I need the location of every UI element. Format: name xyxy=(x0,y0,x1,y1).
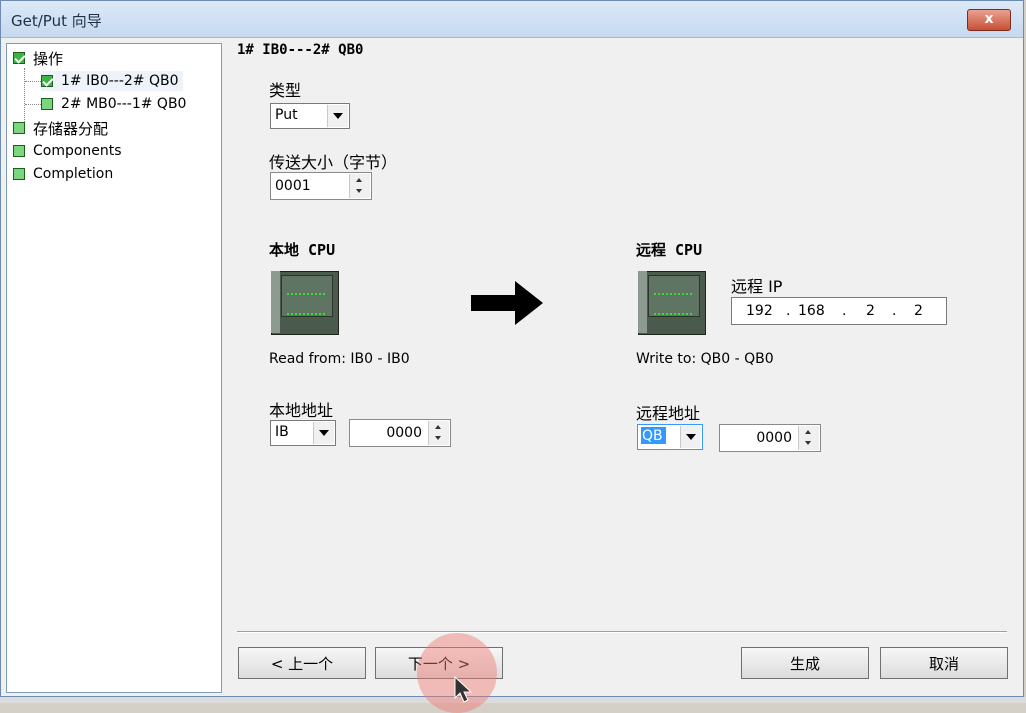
main-panel: 1# IB0---2# QB0 类型 Put 传送大小（字节） 0001 本地 … xyxy=(223,37,1023,697)
cancel-button[interactable]: 取消 xyxy=(880,647,1008,679)
ip-octet: 168 xyxy=(798,303,825,319)
type-select[interactable]: Put xyxy=(270,103,350,129)
remote-ip-label: 远程 IP xyxy=(731,277,783,296)
checkbox-icon xyxy=(13,145,25,157)
ip-octet: 2 xyxy=(866,303,875,319)
wizard-window: Get/Put 向导 x 操作 1# IB0---2# QB0 2# MB0--… xyxy=(0,0,1024,697)
plc-cpu-icon xyxy=(638,269,706,335)
tree-item-ib0-qb0[interactable]: 1# IB0---2# QB0 xyxy=(41,71,183,91)
page-title: 1# IB0---2# QB0 xyxy=(237,42,364,58)
remote-offset-stepper[interactable]: 0000 xyxy=(719,424,821,452)
close-button[interactable]: x xyxy=(967,9,1011,31)
type-select-value: Put xyxy=(275,107,298,123)
background-app-strip xyxy=(0,697,1026,703)
type-label: 类型 xyxy=(269,81,302,100)
tree-item-mb0-qb0[interactable]: 2# MB0---1# QB0 xyxy=(41,94,186,114)
ip-dot: . xyxy=(786,303,791,319)
mouse-pointer-icon xyxy=(454,676,473,703)
arrow-right-icon xyxy=(471,281,543,325)
local-area-select[interactable]: IB xyxy=(270,420,336,446)
checkbox-icon xyxy=(13,168,25,180)
size-value: 0001 xyxy=(275,178,311,194)
spin-arrows-icon[interactable] xyxy=(428,421,449,445)
chevron-down-icon[interactable] xyxy=(680,426,701,448)
tree-item-label: 2# MB0---1# QB0 xyxy=(61,96,187,112)
tree-item-label: 1# IB0---2# QB0 xyxy=(61,73,179,89)
chevron-down-icon[interactable] xyxy=(313,422,334,444)
checkbox-checked-icon xyxy=(41,75,53,87)
tree-connector xyxy=(25,81,41,82)
tree-connector xyxy=(25,104,41,105)
checkbox-checked-icon xyxy=(13,52,25,64)
local-address-label: 本地地址 xyxy=(269,401,334,420)
checkbox-icon xyxy=(13,122,25,134)
tree-item-label: 操作 xyxy=(33,49,64,68)
size-label: 传送大小（字节） xyxy=(269,153,398,172)
local-cpu-title: 本地 CPU xyxy=(269,241,336,259)
checkbox-icon xyxy=(41,98,53,110)
read-from-text: Read from: IB0 - IB0 xyxy=(269,351,410,367)
generate-button[interactable]: 生成 xyxy=(741,647,869,679)
remote-address-label: 远程地址 xyxy=(636,404,701,423)
spin-arrows-icon[interactable] xyxy=(798,426,819,450)
ip-dot: . xyxy=(892,303,897,319)
remote-ip-field[interactable]: 192 . 168 . 2 . 2 xyxy=(731,297,947,325)
window-title: Get/Put 向导 xyxy=(11,12,102,30)
ip-octet: 2 xyxy=(914,303,923,319)
tree-item-label: Components xyxy=(33,143,122,159)
ip-dot: . xyxy=(842,303,847,319)
remote-offset-value: 0000 xyxy=(756,430,792,446)
tree-item-label: 存储器分配 xyxy=(33,119,109,138)
divider xyxy=(237,631,1007,633)
tree-item-completion[interactable]: Completion xyxy=(13,164,113,184)
plc-cpu-icon xyxy=(271,269,339,335)
local-offset-stepper[interactable]: 0000 xyxy=(349,419,451,447)
write-to-text: Write to: QB0 - QB0 xyxy=(636,351,774,367)
size-stepper[interactable]: 0001 xyxy=(270,172,372,200)
title-bar: Get/Put 向导 x xyxy=(1,1,1023,38)
step-tree: 操作 1# IB0---2# QB0 2# MB0---1# QB0 存储器分配… xyxy=(6,43,222,693)
tree-connector xyxy=(24,68,25,124)
chevron-down-icon[interactable] xyxy=(327,105,348,127)
ip-octet: 192 xyxy=(746,303,773,319)
local-offset-value: 0000 xyxy=(386,425,422,441)
remote-cpu-title: 远程 CPU xyxy=(636,241,703,259)
local-area-value: IB xyxy=(275,424,289,440)
tree-item-label: Completion xyxy=(33,166,114,182)
tree-item-memory[interactable]: 存储器分配 xyxy=(13,118,108,138)
spin-arrows-icon[interactable] xyxy=(349,174,370,198)
tree-item-operation[interactable]: 操作 xyxy=(13,48,63,68)
prev-button[interactable]: < 上一个 xyxy=(238,647,366,679)
tree-item-components[interactable]: Components xyxy=(13,141,122,161)
remote-area-select[interactable]: QB xyxy=(637,424,703,450)
remote-area-value: QB xyxy=(641,427,666,444)
